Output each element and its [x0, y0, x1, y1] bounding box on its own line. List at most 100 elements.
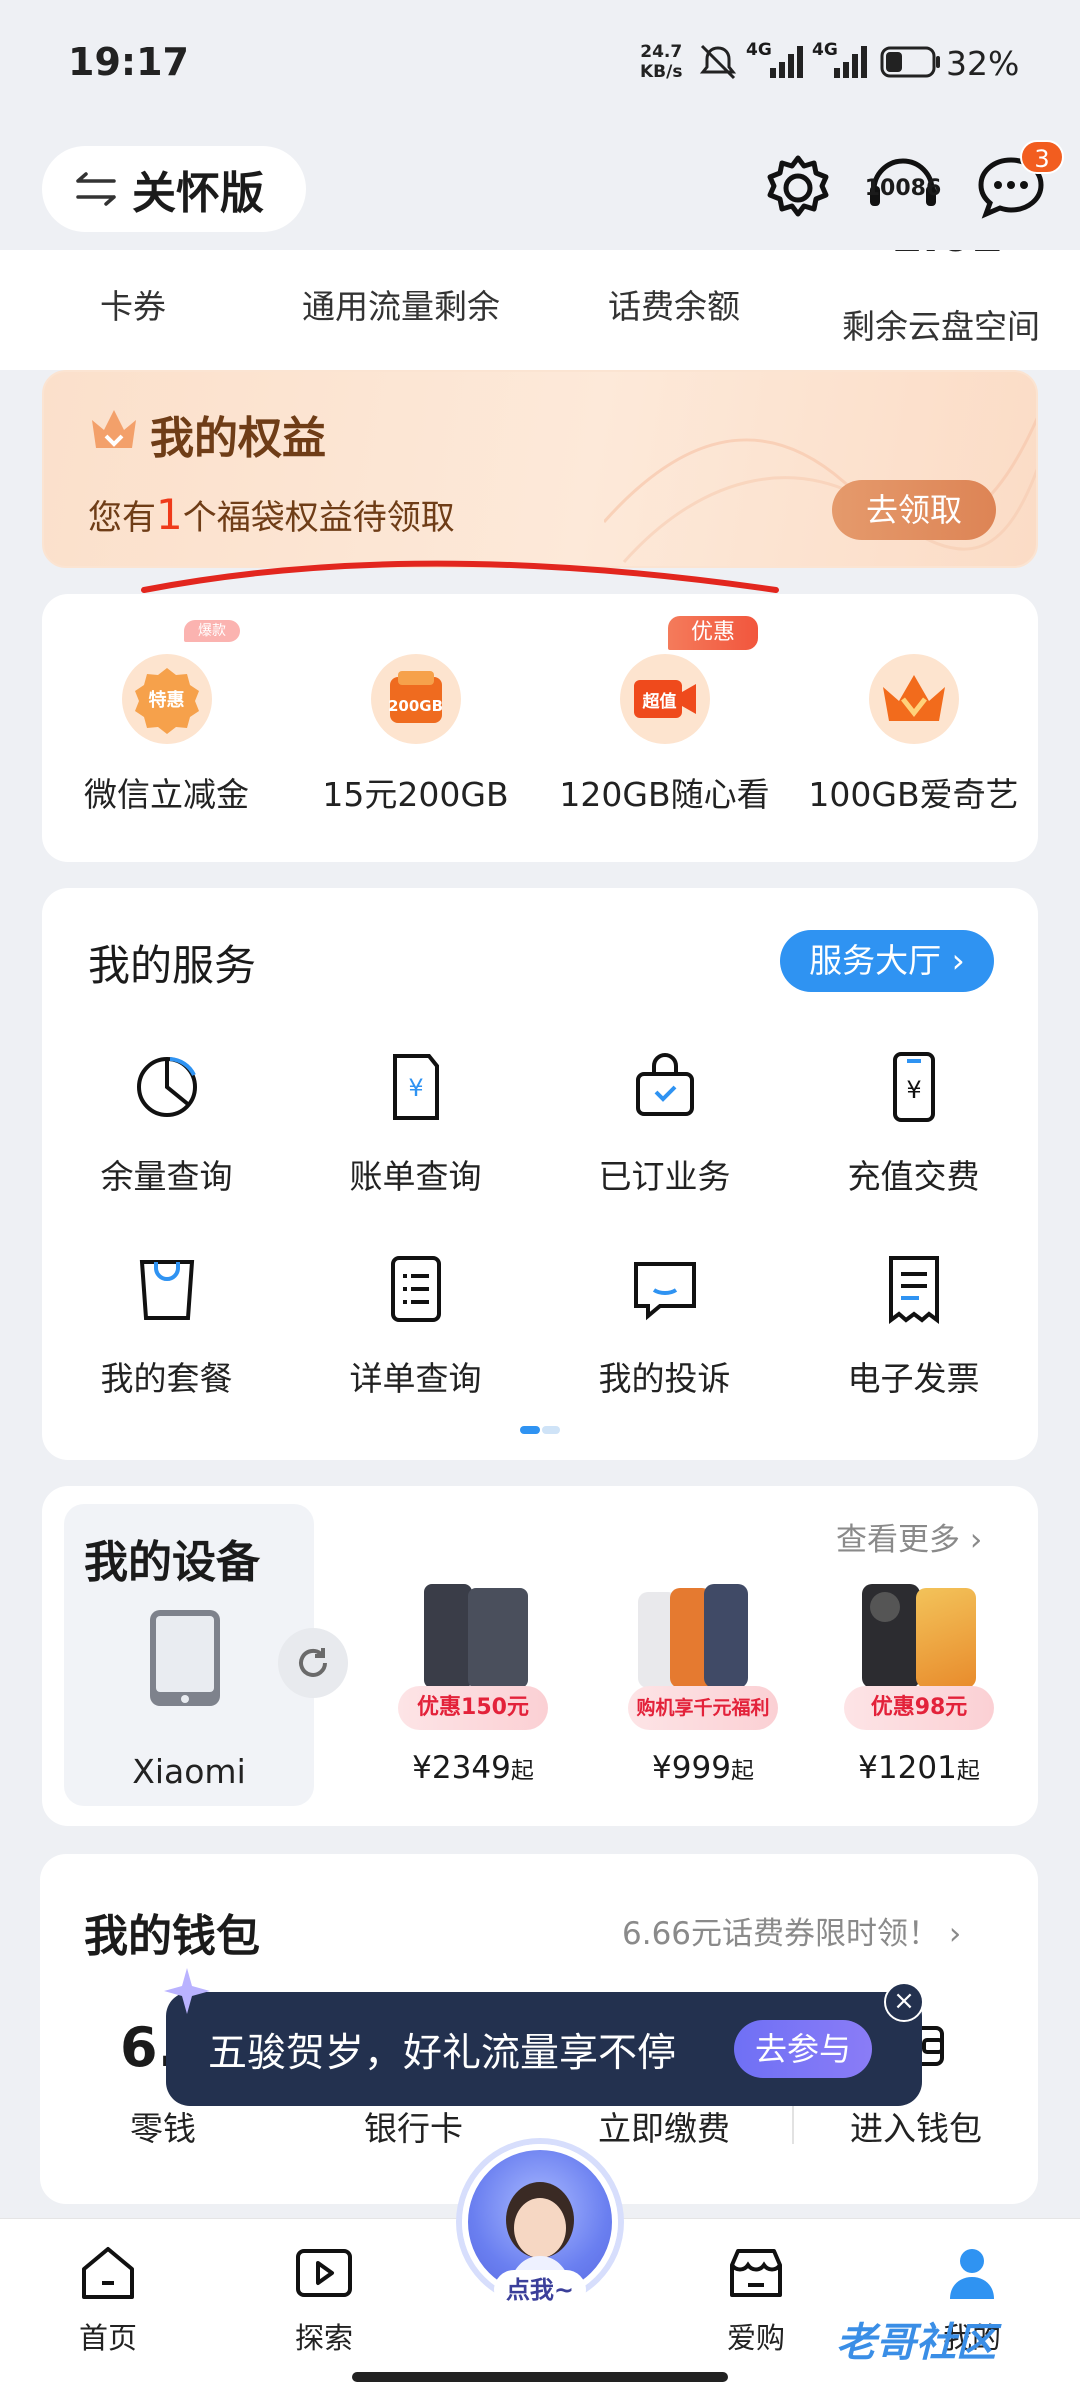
subscribed-bag-icon [635, 1053, 694, 1116]
phone-product-image [638, 1584, 768, 1694]
package-bag-icon [139, 1260, 194, 1320]
crown-icon [92, 410, 136, 448]
my-services-card: 我的服务 服务大厅 › 余量查询 ¥ 账单查询 已订业务 ¥ 充值交费 我的套餐… [42, 888, 1038, 1460]
watermark-logo: 老哥社区 [836, 2320, 996, 2366]
settings-gear-icon[interactable] [764, 154, 832, 222]
service-label: 我的套餐 [100, 1359, 233, 1398]
nav-home[interactable]: 首页 [38, 2241, 178, 2357]
product-price: ¥2349起 [388, 1750, 558, 1786]
wallet-bank-card[interactable]: 银行卡 [364, 2102, 463, 2150]
service-label: 我的投诉 [598, 1359, 731, 1398]
promo-120gb-video[interactable]: 超值 120GB随心看 [540, 654, 789, 816]
care-mode-label: 关怀版 [132, 168, 264, 219]
promo-icon-text: 特惠 [148, 690, 185, 711]
phone-recharge-icon: ¥ [892, 1052, 935, 1122]
promo-label: 100GB爱奇艺 [808, 775, 1019, 814]
shop-icon [730, 2249, 782, 2297]
service-recharge[interactable]: ¥ 充值交费 [789, 1052, 1038, 1198]
service-label: 电子发票 [847, 1359, 980, 1398]
wallet-promo-text: 6.66元话费券限时领！ [622, 1916, 940, 1952]
assistant-cta[interactable]: 点我~ [494, 2270, 586, 2310]
service-label: 详单查询 [349, 1359, 482, 1398]
price-value: 2349 [431, 1750, 511, 1786]
svg-text:¥: ¥ [906, 1076, 921, 1104]
see-more-link[interactable]: 查看更多 › [836, 1514, 982, 1559]
refresh-icon [299, 1648, 327, 1677]
message-count-badge: 3 [1020, 140, 1064, 174]
service-subscribed[interactable]: 已订业务 [540, 1052, 789, 1198]
promo-wechat-discount[interactable]: 特惠 微信立减金 [42, 654, 291, 816]
wallet-enter[interactable]: 进入钱包 [850, 2102, 982, 2150]
service-my-plan[interactable]: 我的套餐 [42, 1254, 291, 1400]
join-button[interactable]: 去参与 [734, 2020, 872, 2078]
care-mode-button[interactable]: 关怀版 [42, 146, 306, 232]
home-indicator[interactable] [352, 2372, 728, 2382]
crown-icon [868, 654, 959, 744]
close-icon[interactable]: × [884, 1982, 924, 2022]
my-benefits-card[interactable]: 我的权益 您有1个福袋权益待领取 去领取 [42, 370, 1038, 568]
price-value: 1201 [877, 1750, 957, 1786]
status-bar: 19:17 24.7 KB/s 4G 4G 32% [0, 0, 1080, 130]
promo-label: 15元200GB [322, 775, 509, 814]
page-indicator [520, 1426, 560, 1434]
stat-data-remaining[interactable]: 通用流量剩余 [302, 280, 500, 328]
wallet-promo-link[interactable]: 6.66元话费券限时领！ › [622, 1908, 961, 1953]
nav-explore[interactable]: 探索 [254, 2241, 394, 2357]
sparkle-icon [164, 1968, 210, 2014]
signal-icon [834, 46, 867, 78]
promo-popup-banner[interactable]: 五骏贺岁，好礼流量享不停 去参与 × [164, 1968, 924, 2106]
service-e-invoice[interactable]: 电子发票 [789, 1254, 1038, 1400]
service-detail-list[interactable]: 详单查询 [291, 1254, 540, 1400]
wallet-title: 我的钱包 [84, 1911, 260, 1962]
chevron-right-icon: › [951, 941, 965, 980]
currency-symbol: ¥ [858, 1750, 878, 1786]
coupon-badge-icon: 特惠 [121, 654, 212, 744]
product-card[interactable]: 购机享千元福利 ¥999起 [618, 1584, 788, 1786]
price-suffix: 起 [730, 1758, 754, 1784]
product-price: ¥999起 [618, 1750, 788, 1786]
signal-icon [770, 46, 803, 78]
wallet-change[interactable]: 零钱 [130, 2102, 196, 2150]
stat-cloud-space[interactable]: 剩余云盘空间 [842, 300, 1040, 348]
mute-notification-icon [699, 44, 737, 80]
battery-icon [880, 46, 940, 78]
wallet-pay-now[interactable]: 立即缴费 [598, 2102, 730, 2150]
promo-100gb-iqiyi[interactable]: 100GB爱奇艺 [789, 654, 1038, 816]
bill-icon: ¥ [392, 1054, 439, 1120]
battery-percent: 32% [946, 44, 1020, 83]
promo-15yuan-200gb[interactable]: 200GB 15元200GB [291, 654, 540, 816]
price-value: 999 [671, 1750, 731, 1786]
account-stats-strip: 1.02 卡券 通用流量剩余 话费余额 剩余云盘空间 [0, 250, 1080, 370]
refresh-button[interactable] [278, 1628, 348, 1698]
nav-label: 探索 [294, 2321, 353, 2355]
clock: 19:17 [68, 40, 189, 84]
data-package-icon: 200GB [370, 654, 461, 744]
see-more-label: 查看更多 [836, 1522, 960, 1558]
stat-balance[interactable]: 话费余额 [608, 280, 740, 328]
claim-button[interactable]: 去领取 [832, 480, 996, 540]
crown-shape [882, 675, 945, 721]
service-hall-button[interactable]: 服务大厅 › [780, 930, 994, 992]
service-balance-query[interactable]: 余量查询 [42, 1052, 291, 1198]
current-device-panel[interactable]: 我的设备 Xiaomi [64, 1504, 314, 1806]
hotline-10086-button[interactable]: 10086 [865, 150, 941, 224]
home-icon [82, 2247, 134, 2299]
promo-label: 120GB随心看 [559, 775, 770, 814]
currency-symbol: ¥ [412, 1750, 432, 1786]
service-bill-query[interactable]: ¥ 账单查询 [291, 1052, 540, 1198]
phone-shape [916, 1588, 976, 1688]
service-complaint[interactable]: 我的投诉 [540, 1254, 789, 1400]
product-card[interactable]: 优惠98元 ¥1201起 [834, 1584, 1004, 1786]
video-ticket-icon: 超值 [619, 654, 710, 744]
popup-text: 五骏贺岁，好礼流量享不停 [208, 2031, 677, 2076]
service-label: 充值交费 [847, 1157, 980, 1196]
stat-coupons[interactable]: 卡券 [100, 280, 166, 328]
product-card[interactable]: 优惠150元 ¥2349起 [388, 1584, 558, 1786]
service-label: 余量查询 [100, 1157, 233, 1196]
nav-shop[interactable]: 爱购 [686, 2241, 826, 2357]
svg-text:¥: ¥ [408, 1074, 423, 1102]
stat-value-cloud: 1.02 [890, 250, 1004, 262]
promo-icon-text: 200GB [387, 697, 444, 715]
service-label: 已订业务 [598, 1157, 731, 1196]
complaint-icon [633, 1262, 696, 1321]
